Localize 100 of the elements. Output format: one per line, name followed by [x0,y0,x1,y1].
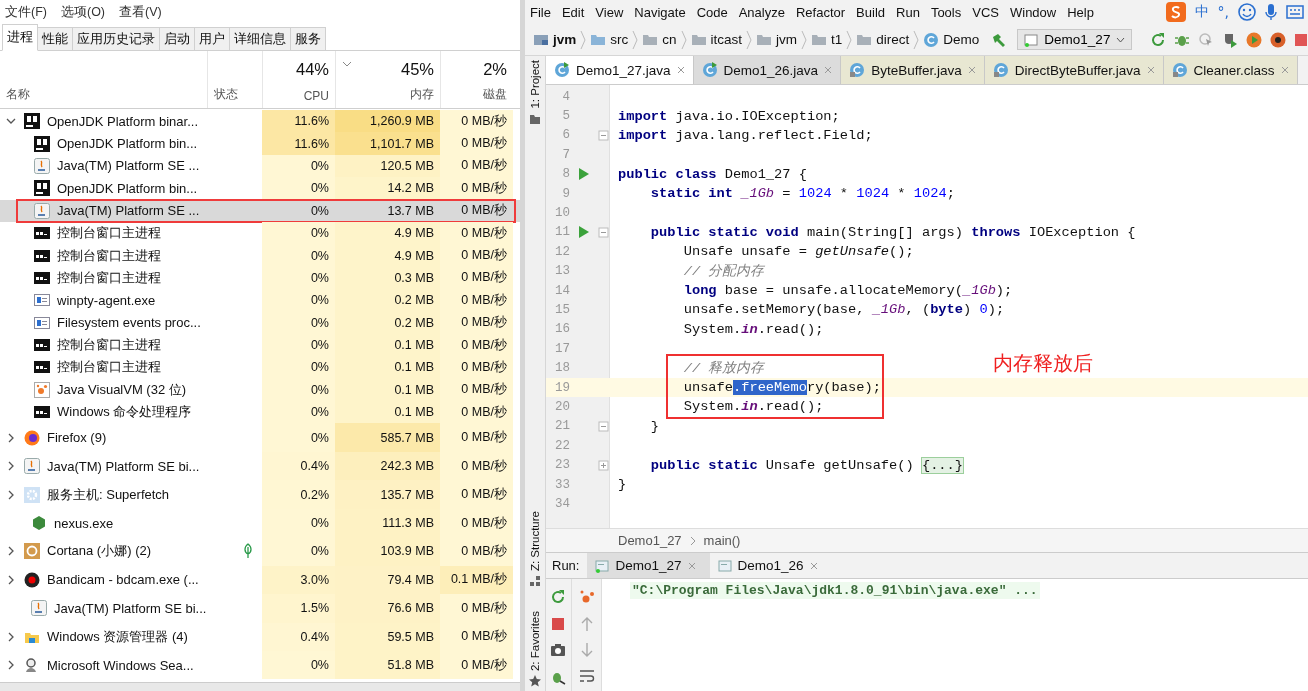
scrollbar[interactable] [0,682,520,691]
refresh-icon[interactable] [1150,31,1167,48]
refresh-icon[interactable] [550,589,566,605]
breadcrumb[interactable]: src [610,32,629,47]
close-icon[interactable] [1280,66,1289,74]
column-header[interactable]: 内存 [410,86,434,103]
tab[interactable]: 进程 [2,24,38,51]
menu-item[interactable]: Code [696,4,728,20]
menu-item[interactable]: VCS [972,4,999,20]
process-name[interactable]: OpenJDK Platform binar... [47,113,198,129]
menu-item[interactable]: Help [1067,4,1094,20]
keyboard-icon[interactable] [1286,4,1304,20]
dots-icon[interactable] [578,589,595,605]
process-name[interactable]: winpty-agent.exe [57,292,156,308]
close-icon[interactable] [809,561,818,570]
process-name[interactable]: 控制台窗口主进程 [57,246,161,265]
tab[interactable]: 启动 [159,27,195,50]
wrap-icon[interactable] [578,669,595,683]
up-arrow-icon[interactable] [580,617,593,631]
stop-icon[interactable] [551,617,565,631]
run-config-dropdown[interactable]: Demo1_27 [1017,29,1133,50]
play-icon[interactable] [1246,31,1263,48]
menu-item[interactable]: Run [896,4,920,20]
microphone-icon[interactable] [1265,3,1277,21]
process-name[interactable]: Firefox (9) [47,430,107,446]
camera-icon[interactable] [550,643,566,657]
smiley-icon[interactable] [1238,3,1256,21]
shield-icon[interactable] [1222,31,1239,48]
breadcrumb[interactable]: Demo1_27 [618,533,682,548]
tool-window-button[interactable]: 1: Project [529,60,541,109]
process-name[interactable]: Java(TM) Platform SE ... [57,203,200,219]
breadcrumb[interactable]: Demo [943,32,980,47]
tab[interactable]: 应用历史记录 [72,27,160,50]
fold-icon[interactable] [597,418,610,434]
tool-window-button[interactable]: Z: Structure [529,510,541,571]
column-header[interactable]: CPU [303,89,329,103]
menu-item[interactable]: 文件(F) [5,4,47,21]
breadcrumb[interactable]: direct [876,32,910,47]
menu-item[interactable]: View [595,4,624,20]
menu-item[interactable]: Edit [561,4,585,20]
close-icon[interactable] [676,66,685,74]
tab[interactable]: 性能 [37,27,73,50]
process-name[interactable]: Cortana (小娜) (2) [47,542,152,561]
process-name[interactable]: OpenJDK Platform bin... [57,180,198,196]
tool-window-button[interactable]: 2: Favorites [529,610,541,671]
menu-item[interactable]: Navigate [634,4,686,20]
fold-icon[interactable] [597,224,610,240]
close-icon[interactable] [687,561,696,570]
process-name[interactable]: 控制台窗口主进程 [57,224,161,243]
editor-tab[interactable]: DirectByteBuffer.java [984,56,1164,84]
editor-tab[interactable]: Cleaner.class [1163,56,1298,84]
fold-icon[interactable] [597,127,610,143]
process-name[interactable]: Filesystem events proc... [57,315,201,331]
stop-icon[interactable] [1294,32,1308,47]
process-name[interactable]: 服务主机: Superfetch [47,485,170,504]
menu-item[interactable]: Refactor [795,4,846,20]
breadcrumb[interactable]: jvm [553,32,577,47]
editor-tab[interactable]: ByteBuffer.java [841,56,985,84]
column-header[interactable]: 磁盘 [483,86,507,103]
column-header[interactable]: 状态 [214,86,238,103]
tab[interactable]: 详细信息 [229,27,291,50]
process-name[interactable]: 控制台窗口主进程 [57,358,161,377]
breadcrumb[interactable]: itcast [710,32,743,47]
menu-item[interactable]: Tools [930,4,962,20]
punctuation-mode[interactable]: °, [1217,4,1229,20]
process-name[interactable]: Java(TM) Platform SE bi... [47,458,200,474]
process-name[interactable]: Microsoft Windows Sea... [47,657,194,673]
fold-icon[interactable] [597,457,610,473]
run-tab[interactable]: Demo1_26 [709,553,832,578]
input-mode[interactable]: 中 [1194,3,1209,21]
process-name[interactable]: Java(TM) Platform SE bi... [54,600,207,616]
process-name[interactable]: OpenJDK Platform bin... [57,136,198,152]
close-icon[interactable] [824,66,833,74]
editor-tab[interactable]: Demo1_27.java [546,56,694,84]
process-name[interactable]: Windows 命令处理程序 [57,403,192,422]
down-arrow-icon[interactable] [580,643,593,657]
process-name[interactable]: Java(TM) Platform SE ... [57,158,200,174]
process-name[interactable]: 控制台窗口主进程 [57,268,161,287]
process-name[interactable]: nexus.exe [54,515,114,531]
close-icon[interactable] [967,66,976,74]
process-name[interactable]: Bandicam - bdcam.exe (... [47,572,199,588]
menu-item[interactable]: 选项(O) [60,4,106,21]
breadcrumb[interactable]: cn [662,32,677,47]
breadcrumb[interactable]: main() [703,533,741,548]
run-icon[interactable] [578,168,589,181]
menu-item[interactable]: Build [856,4,885,20]
column-header[interactable]: 名称 [6,86,30,103]
breadcrumb[interactable]: t1 [831,32,843,47]
menu-item[interactable]: Analyze [738,4,785,20]
menu-item[interactable]: 查看(V) [119,4,162,21]
close-icon[interactable] [1146,66,1155,74]
editor-tab[interactable]: Demo1_26.java [693,56,842,84]
run-tab[interactable]: Demo1_27 [587,553,710,578]
process-name[interactable]: 控制台窗口主进程 [57,336,161,355]
tab[interactable]: 用户 [194,27,230,50]
breadcrumb[interactable]: jvm [776,32,798,47]
process-name[interactable]: Windows 资源管理器 (4) [47,627,188,646]
menu-item[interactable]: Window [1009,4,1057,20]
process-name[interactable]: Java VisualVM (32 位) [57,380,187,399]
tab[interactable]: 服务 [290,27,326,50]
